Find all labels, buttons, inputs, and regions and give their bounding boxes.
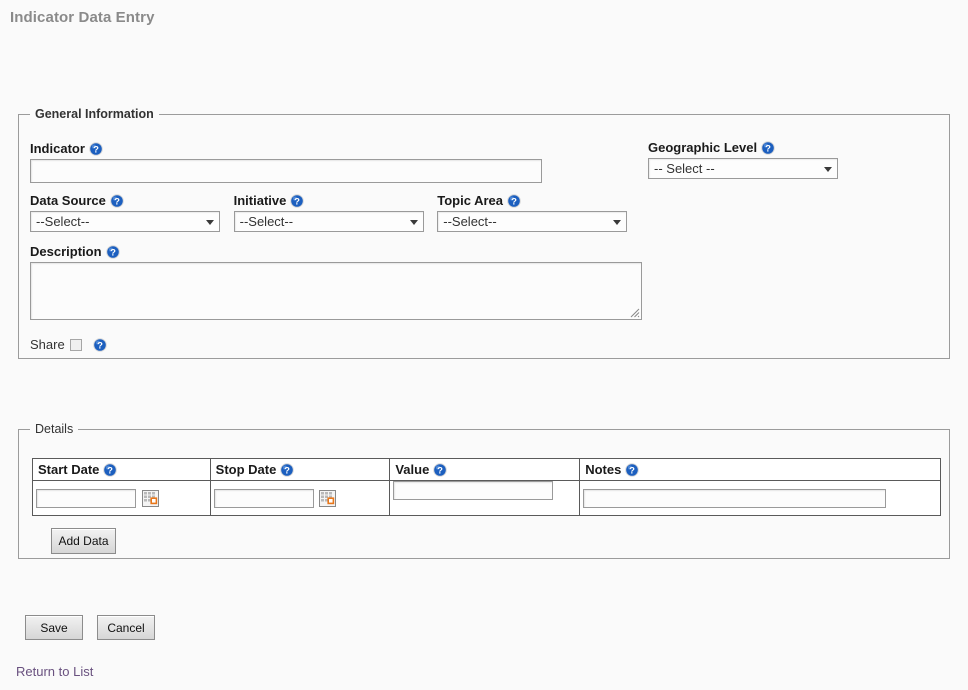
- svg-text:?: ?: [284, 466, 290, 477]
- general-information-section: General Information Indicator? Geographi…: [18, 107, 950, 359]
- geographic-level-field-group: Geographic Level? -- Select --: [648, 140, 838, 179]
- description-label-text: Description: [30, 244, 102, 259]
- save-button[interactable]: Save: [25, 615, 83, 640]
- help-icon[interactable]: ?: [625, 463, 640, 477]
- initiative-select[interactable]: --Select--: [233, 211, 424, 232]
- help-icon[interactable]: ?: [89, 142, 103, 156]
- chevron-down-icon: [613, 219, 622, 225]
- cell-stop-date: [209, 480, 391, 516]
- data-source-label-text: Data Source: [30, 193, 106, 208]
- indicator-label: Indicator?: [30, 141, 542, 156]
- cell-start-date: [32, 480, 211, 516]
- cancel-button[interactable]: Cancel: [97, 615, 155, 640]
- data-source-selected-value: --Select--: [36, 214, 90, 229]
- indicator-input[interactable]: [30, 159, 542, 183]
- help-icon[interactable]: ?: [290, 194, 305, 208]
- geographic-level-selected-value: -- Select --: [654, 161, 715, 176]
- selects-row: Data Source? --Select-- Initiative? --Se…: [30, 193, 930, 232]
- details-table: Start Date? Stop Date? Value? Notes?: [32, 458, 941, 516]
- column-header-start-date: Start Date?: [32, 458, 211, 481]
- share-checkbox[interactable]: [69, 339, 82, 351]
- notes-input[interactable]: [583, 488, 887, 508]
- column-header-stop-date-text: Stop Date: [215, 462, 277, 477]
- stop-date-input[interactable]: [213, 488, 314, 508]
- topic-area-selected-value: --Select--: [443, 214, 497, 229]
- topic-area-label-text: Topic Area: [437, 193, 503, 208]
- topic-area-select[interactable]: --Select--: [437, 211, 628, 232]
- share-label: Share: [30, 337, 65, 352]
- chevron-down-icon: [409, 219, 418, 225]
- svg-text:?: ?: [97, 341, 103, 352]
- details-legend: Details: [35, 422, 74, 436]
- column-header-value: Value?: [389, 458, 581, 481]
- chevron-down-icon: [824, 166, 832, 172]
- svg-text:?: ?: [110, 248, 116, 259]
- add-data-button[interactable]: Add Data: [51, 528, 116, 554]
- indicator-label-text: Indicator: [30, 141, 85, 156]
- cell-notes: [579, 480, 941, 516]
- topic-area-field-group: Topic Area? --Select--: [437, 193, 637, 232]
- geographic-level-label-text: Geographic Level: [648, 140, 758, 155]
- initiative-selected-value: --Select--: [239, 214, 294, 229]
- value-input[interactable]: [393, 481, 554, 500]
- svg-text:?: ?: [511, 197, 517, 208]
- table-row: [32, 480, 941, 516]
- help-icon[interactable]: ?: [105, 245, 120, 259]
- start-date-input[interactable]: [36, 488, 136, 508]
- svg-text:?: ?: [765, 144, 771, 155]
- initiative-field-group: Initiative? --Select--: [233, 193, 434, 232]
- topic-area-label: Topic Area?: [437, 193, 637, 208]
- chevron-down-icon: [206, 219, 214, 225]
- details-section: Details Start Date? Stop Date? Value? No…: [18, 422, 950, 559]
- description-field-group: Description?: [30, 244, 642, 323]
- description-textarea[interactable]: [30, 262, 642, 320]
- svg-text:?: ?: [294, 197, 300, 208]
- column-header-notes-text: Notes: [585, 462, 622, 477]
- share-field-group: Share?: [30, 337, 107, 352]
- help-icon[interactable]: ?: [433, 463, 448, 477]
- help-icon[interactable]: ?: [92, 338, 107, 352]
- data-source-select[interactable]: --Select--: [30, 211, 220, 232]
- geographic-level-select[interactable]: -- Select --: [648, 158, 838, 179]
- calendar-icon[interactable]: [141, 489, 159, 507]
- help-icon[interactable]: ?: [761, 141, 775, 155]
- table-header-row: Start Date? Stop Date? Value? Notes?: [32, 458, 941, 481]
- page-title: Indicator Data Entry: [10, 9, 155, 26]
- svg-text:?: ?: [108, 466, 114, 477]
- cell-value: [389, 480, 581, 516]
- initiative-label: Initiative?: [234, 193, 434, 208]
- description-label: Description?: [30, 244, 642, 259]
- data-source-label: Data Source?: [30, 193, 230, 208]
- help-icon[interactable]: ?: [103, 463, 118, 477]
- general-information-legend: General Information: [35, 107, 154, 121]
- column-header-stop-date: Stop Date?: [209, 458, 391, 481]
- calendar-icon[interactable]: [319, 489, 337, 507]
- return-to-list-link[interactable]: Return to List: [16, 664, 93, 679]
- initiative-label-text: Initiative: [233, 193, 287, 208]
- column-header-start-date-text: Start Date: [38, 462, 100, 477]
- svg-text:?: ?: [114, 197, 120, 208]
- svg-text:?: ?: [437, 466, 443, 477]
- data-source-field-group: Data Source? --Select--: [30, 193, 230, 232]
- help-icon[interactable]: ?: [280, 463, 295, 477]
- geographic-level-label: Geographic Level?: [648, 140, 838, 155]
- description-wrapper: [30, 262, 642, 320]
- help-icon[interactable]: ?: [110, 194, 124, 208]
- svg-text:?: ?: [629, 466, 635, 477]
- indicator-field-group: Indicator?: [30, 141, 542, 183]
- column-header-notes: Notes?: [579, 458, 941, 481]
- svg-text:?: ?: [93, 145, 99, 156]
- column-header-value-text: Value: [395, 462, 430, 477]
- help-icon[interactable]: ?: [507, 194, 521, 208]
